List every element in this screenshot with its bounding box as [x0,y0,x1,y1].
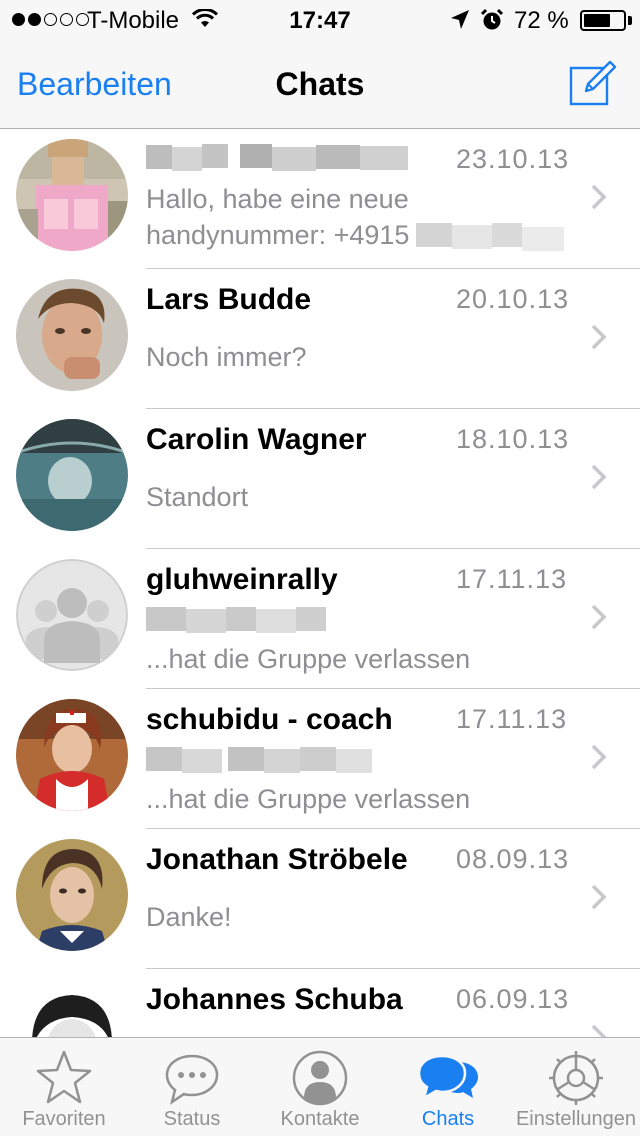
location-arrow-icon [451,10,469,29]
chat-date: 06.09.13 [456,984,570,1014]
chat-name: gluhweinrally [146,563,338,596]
chat-name: Jonathan Ströbele [146,843,408,876]
chat-date: 20.10.13 [456,284,570,314]
contact-icon [292,1050,348,1106]
battery-icon [580,10,626,31]
chat-row[interactable]: schubidu - coach 17.11.13 ...hat die Gru… [0,689,640,829]
chat-date: 17.11.13 [456,564,568,594]
gear-icon [549,1051,603,1105]
tab-bar: Favoriten Status Kontakte Chats Einstell… [0,1037,640,1136]
redaction-block [172,147,202,171]
chat-list[interactable]: 23.10.13 Hallo, habe eine neue handynumm… [0,129,640,1037]
avatar [16,139,128,251]
redaction-block [264,749,300,773]
redaction-block [272,147,316,171]
redaction-block [296,607,326,631]
chat-row[interactable]: Carolin Wagner 18.10.13 Standort [0,409,640,549]
chat-message: ...hat die Gruppe verlassen [146,784,471,814]
avatar [16,699,128,811]
redaction-block [186,609,226,633]
tab-chats[interactable]: Chats [384,1038,512,1136]
redaction-block [182,749,222,773]
chat-date: 08.09.13 [456,844,570,874]
tab-label: Chats [421,1108,475,1130]
chat-row[interactable]: Lars Budde 20.10.13 Noch immer? [0,269,640,409]
redaction-block [452,225,492,249]
redaction-block [360,146,408,170]
alarm-clock-icon [480,8,504,30]
tab-label: Favoriten [22,1108,106,1130]
chat-row[interactable]: Jonathan Ströbele 08.09.13 Danke! [0,829,640,969]
chat-name: schubidu - coach [146,703,393,736]
chat-name: Carolin Wagner [146,423,367,456]
battery-tip [628,16,632,25]
chevron-right-icon [591,604,607,630]
redaction-block [228,747,264,771]
chat-name: Johannes Schuba [146,983,403,1016]
redaction-block [336,749,372,773]
chat-row[interactable]: Johannes Schuba 06.09.13 [0,969,640,1037]
redaction-block [256,609,296,633]
chevron-right-icon [591,464,607,490]
star-icon [36,1050,92,1104]
speech-bubble-icon [165,1054,219,1105]
tab-kontakte[interactable]: Kontakte [256,1038,384,1136]
chevron-right-icon [591,884,607,910]
tab-favoriten[interactable]: Favoriten [0,1038,128,1136]
chat-message: Danke! [146,902,232,932]
chevron-right-icon [591,1024,607,1037]
avatar [16,979,128,1037]
tab-status[interactable]: Status [128,1038,256,1136]
chevron-right-icon [591,744,607,770]
tab-label: Status [163,1108,221,1130]
avatar [16,279,128,391]
redaction-block [202,144,228,168]
redaction-block [146,607,186,631]
chat-row[interactable]: gluhweinrally 17.11.13 ...hat die Gruppe… [0,549,640,689]
chevron-right-icon [591,324,607,350]
chat-message: Noch immer? [146,342,307,372]
tab-label: Kontakte [280,1108,360,1130]
chat-message-line: Hallo, habe eine neue [146,184,409,214]
redaction-block [522,227,564,251]
group-avatar-icon [16,559,128,671]
redaction-block [416,223,452,247]
redaction-block [240,144,272,168]
redaction-block [146,747,182,771]
chat-message: ...hat die Gruppe verlassen [146,644,471,674]
chat-message: Standort [146,482,249,512]
tab-einstellungen[interactable]: Einstellungen [512,1038,640,1136]
redaction-block [300,747,336,771]
redaction-block [492,223,522,247]
avatar [16,419,128,531]
chat-name: Lars Budde [146,283,312,316]
chat-date: 18.10.13 [456,424,570,454]
battery-level-fill [584,14,611,27]
chat-date: 23.10.13 [456,144,570,174]
chat-row[interactable]: 23.10.13 Hallo, habe eine neue handynumm… [0,129,640,269]
tab-label: Einstellungen [515,1108,637,1130]
battery-percentage: 72 % [514,7,569,34]
compose-icon[interactable] [566,58,618,110]
redaction-block [316,145,360,169]
chat-date: 17.11.13 [456,704,568,734]
chevron-right-icon [591,184,607,210]
redaction-block [146,145,172,169]
chats-icon [418,1054,478,1101]
page-title: Chats [275,66,365,102]
avatar [16,839,128,951]
status-bar: T-Mobile 17:47 72 % [0,0,640,40]
navigation-bar: Bearbeiten Chats [0,40,640,129]
redaction-block [226,607,256,631]
